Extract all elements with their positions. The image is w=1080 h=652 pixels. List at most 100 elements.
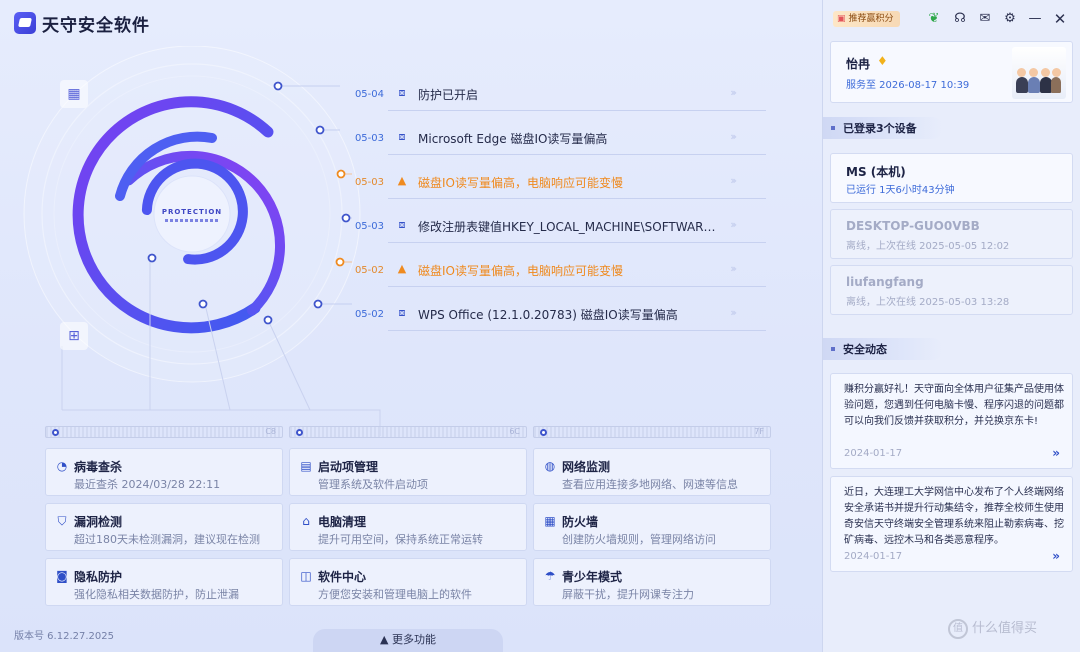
mail-icon[interactable]: ✉ xyxy=(977,11,993,27)
shield-plus-icon: ⛉ xyxy=(57,514,67,528)
event-divider xyxy=(388,198,766,199)
event-date: 05-03 xyxy=(354,133,384,144)
feature-title: 电脑清理 xyxy=(318,515,367,529)
event-row[interactable]: 05-03 ⧈ Microsoft Edge 磁盘IO读写量偏高 ››› xyxy=(340,120,770,155)
minimize-icon[interactable]: — xyxy=(1027,11,1043,27)
double-chevron-right-icon[interactable]: » xyxy=(1052,549,1060,563)
feature-title: 病毒查杀 xyxy=(74,460,123,474)
column-divider: 6C xyxy=(289,426,527,438)
feature-virus-scan[interactable]: ◔ 病毒查杀 最近查杀 2024/03/28 22:11 xyxy=(45,448,283,496)
chevron-right-icon: ››› xyxy=(730,174,737,187)
watermark-text: 什么值得买 xyxy=(972,621,1038,636)
divider-code: 6C xyxy=(509,427,520,436)
event-row[interactable]: 05-02 ▲ 磁盘IO读写量偏高，电脑响应可能变慢 ››› xyxy=(340,252,770,287)
shield-pulse-icon: ⧈ xyxy=(398,218,406,231)
device-name: liufangfang xyxy=(846,275,924,289)
event-row[interactable]: 05-04 ⧈ 防护已开启 ››› xyxy=(340,76,770,111)
column-divider: 7F xyxy=(533,426,771,438)
device-name: MS (本机) xyxy=(846,165,906,179)
warning-icon: ▲ xyxy=(397,174,407,187)
feature-title: 软件中心 xyxy=(318,570,367,584)
gift-icon: ▣ xyxy=(837,14,846,24)
shield-pulse-icon: ⧈ xyxy=(398,306,406,319)
side-panel: ▣ 推荐赢积分 ❦ ☊ ✉ ⚙ — ✕ 怡冉 ♦ 服务至 2026-08-17 1… xyxy=(822,0,1080,652)
monitor-icon[interactable]: ▦ xyxy=(60,80,88,108)
news-section-header: 安全动态 xyxy=(823,338,943,360)
double-chevron-right-icon[interactable]: » xyxy=(1052,446,1060,460)
event-divider xyxy=(388,286,766,287)
event-text: WPS Office (12.1.0.20783) 磁盘IO读写量偏高 xyxy=(418,308,678,322)
news-date: 2024-01-17 xyxy=(844,551,903,562)
device-status: 已运行 1天6小时43分钟 xyxy=(846,185,955,196)
protection-ring-area: ▦ ⊞ PROTECTION 05-04 ⧈ 防护已开启 ››› 05-03 ⧈… xyxy=(0,46,822,446)
broom-icon: ⌂ xyxy=(302,514,310,528)
feature-desc: 方便您安装和管理电脑上的软件 xyxy=(318,588,472,601)
feature-title: 隐私防护 xyxy=(74,570,123,584)
devices-section-header: 已登录3个设备 xyxy=(823,117,943,139)
device-card[interactable]: liufangfang 离线，上次在线 2025-05-03 13:28 xyxy=(830,265,1073,315)
news-text: 赚积分赢好礼！天守面向全体用户征集产品使用体验问题，您遇到任何电脑卡慢、程序闪退… xyxy=(844,384,1064,427)
close-icon[interactable]: ✕ xyxy=(1052,11,1068,27)
news-item[interactable]: 赚积分赢好礼！天守面向全体用户征集产品使用体验问题，您遇到任何电脑卡慢、程序闪退… xyxy=(830,373,1073,469)
shield-pulse-icon: ⧈ xyxy=(398,130,406,143)
feature-desc: 创建防火墙规则，管理网络访问 xyxy=(562,533,716,546)
more-features-button[interactable]: ▲ 更多功能 xyxy=(313,629,503,652)
device-status: 离线，上次在线 2025-05-03 13:28 xyxy=(846,297,1010,308)
event-row[interactable]: 05-02 ⧈ WPS Office (12.1.0.20783) 磁盘IO读写… xyxy=(340,296,770,331)
feature-title: 青少年模式 xyxy=(562,570,623,584)
event-row[interactable]: 05-03 ⧈ 修改注册表键值HKEY_LOCAL_MACHINE\SOFTWA… xyxy=(340,208,770,243)
event-date: 05-02 xyxy=(354,309,384,320)
device-status: 离线，上次在线 2025-05-05 12:02 xyxy=(846,241,1010,252)
feature-desc: 查看应用连接多地网络、网速等信息 xyxy=(562,478,738,491)
feature-title: 启动项管理 xyxy=(318,460,379,474)
protection-label: PROTECTION xyxy=(161,208,223,216)
feature-startup-manager[interactable]: ▤ 启动项管理 管理系统及软件启动项 xyxy=(289,448,527,496)
node-dot-icon xyxy=(52,429,59,436)
feature-vulnerability-scan[interactable]: ⛉ 漏洞检测 超过180天未检测漏洞，建议现在检测 xyxy=(45,503,283,551)
feature-desc: 提升可用空间，保持系统正常运转 xyxy=(318,533,483,546)
event-text: 磁盘IO读写量偏高，电脑响应可能变慢 xyxy=(418,176,623,190)
feature-privacy-protection[interactable]: ◙ 隐私防护 强化隐私相关数据防护，防止泄漏 xyxy=(45,558,283,606)
feature-desc: 强化隐私相关数据防护，防止泄漏 xyxy=(74,588,239,601)
feature-software-center[interactable]: ◫ 软件中心 方便您安装和管理电脑上的软件 xyxy=(289,558,527,606)
device-card[interactable]: MS (本机) 已运行 1天6小时43分钟 xyxy=(830,153,1073,203)
feature-desc: 屏蔽干扰，提升网课专注力 xyxy=(562,588,694,601)
referral-label: 推荐赢积分 xyxy=(848,14,894,24)
watermark-logo-icon: 值 xyxy=(948,618,968,639)
event-text: 防护已开启 xyxy=(418,88,479,102)
device-card[interactable]: DESKTOP-GUO0VBB 离线，上次在线 2025-05-05 12:02 xyxy=(830,209,1073,259)
divider-code: C8 xyxy=(265,427,276,436)
chevron-right-icon: ››› xyxy=(730,218,737,231)
chevron-up-icon: ▲ xyxy=(380,633,389,646)
news-item[interactable]: 近日，大连理工大学网信中心发布了个人终端网络安全承诺书并提升行动集结令，推荐全校… xyxy=(830,476,1073,572)
feature-youth-mode[interactable]: ☂ 青少年模式 屏蔽干扰，提升网课专注力 xyxy=(533,558,771,606)
chevron-right-icon: ››› xyxy=(730,306,737,319)
side-toolbar: ▣ 推荐赢积分 ❦ ☊ ✉ ⚙ — ✕ xyxy=(823,0,1080,38)
leaf-icon[interactable]: ❦ xyxy=(926,11,942,27)
firewall-icon: ▦ xyxy=(544,514,556,528)
user-card[interactable]: 怡冉 ♦ 服务至 2026-08-17 10:39 xyxy=(830,41,1073,103)
event-row[interactable]: 05-03 ▲ 磁盘IO读写量偏高，电脑响应可能变慢 ››› xyxy=(340,164,770,199)
gear-icon[interactable]: ⚙ xyxy=(1002,11,1018,27)
feature-firewall[interactable]: ▦ 防火墙 创建防火墙规则，管理网络访问 xyxy=(533,503,771,551)
more-features-label: 更多功能 xyxy=(391,633,436,646)
version-label: 版本号 6.12.27.2025 xyxy=(14,631,114,642)
feature-desc: 最近查杀 2024/03/28 22:11 xyxy=(74,478,221,491)
chevron-right-icon: ››› xyxy=(730,262,737,275)
event-date: 05-03 xyxy=(354,221,384,232)
feature-title: 网络监测 xyxy=(562,460,611,474)
cpu-icon[interactable]: ⊞ xyxy=(60,322,88,350)
warning-icon: ▲ xyxy=(397,262,407,275)
feature-desc: 超过180天未检测漏洞，建议现在检测 xyxy=(74,533,260,546)
feature-pc-cleanup[interactable]: ⌂ 电脑清理 提升可用空间，保持系统正常运转 xyxy=(289,503,527,551)
virus-scan-icon: ◔ xyxy=(56,459,68,473)
headset-icon[interactable]: ☊ xyxy=(952,11,968,27)
referral-points-button[interactable]: ▣ 推荐赢积分 xyxy=(833,11,900,27)
feature-network-monitor[interactable]: ◍ 网络监测 查看应用连接多地网络、网速等信息 xyxy=(533,448,771,496)
app-title: 天守安全软件 xyxy=(42,16,150,36)
event-text: Microsoft Edge 磁盘IO读写量偏高 xyxy=(418,132,608,146)
devices-title: 已登录3个设备 xyxy=(843,122,917,135)
avatar[interactable] xyxy=(1012,47,1066,99)
event-divider xyxy=(388,110,766,111)
event-date: 05-02 xyxy=(354,265,384,276)
